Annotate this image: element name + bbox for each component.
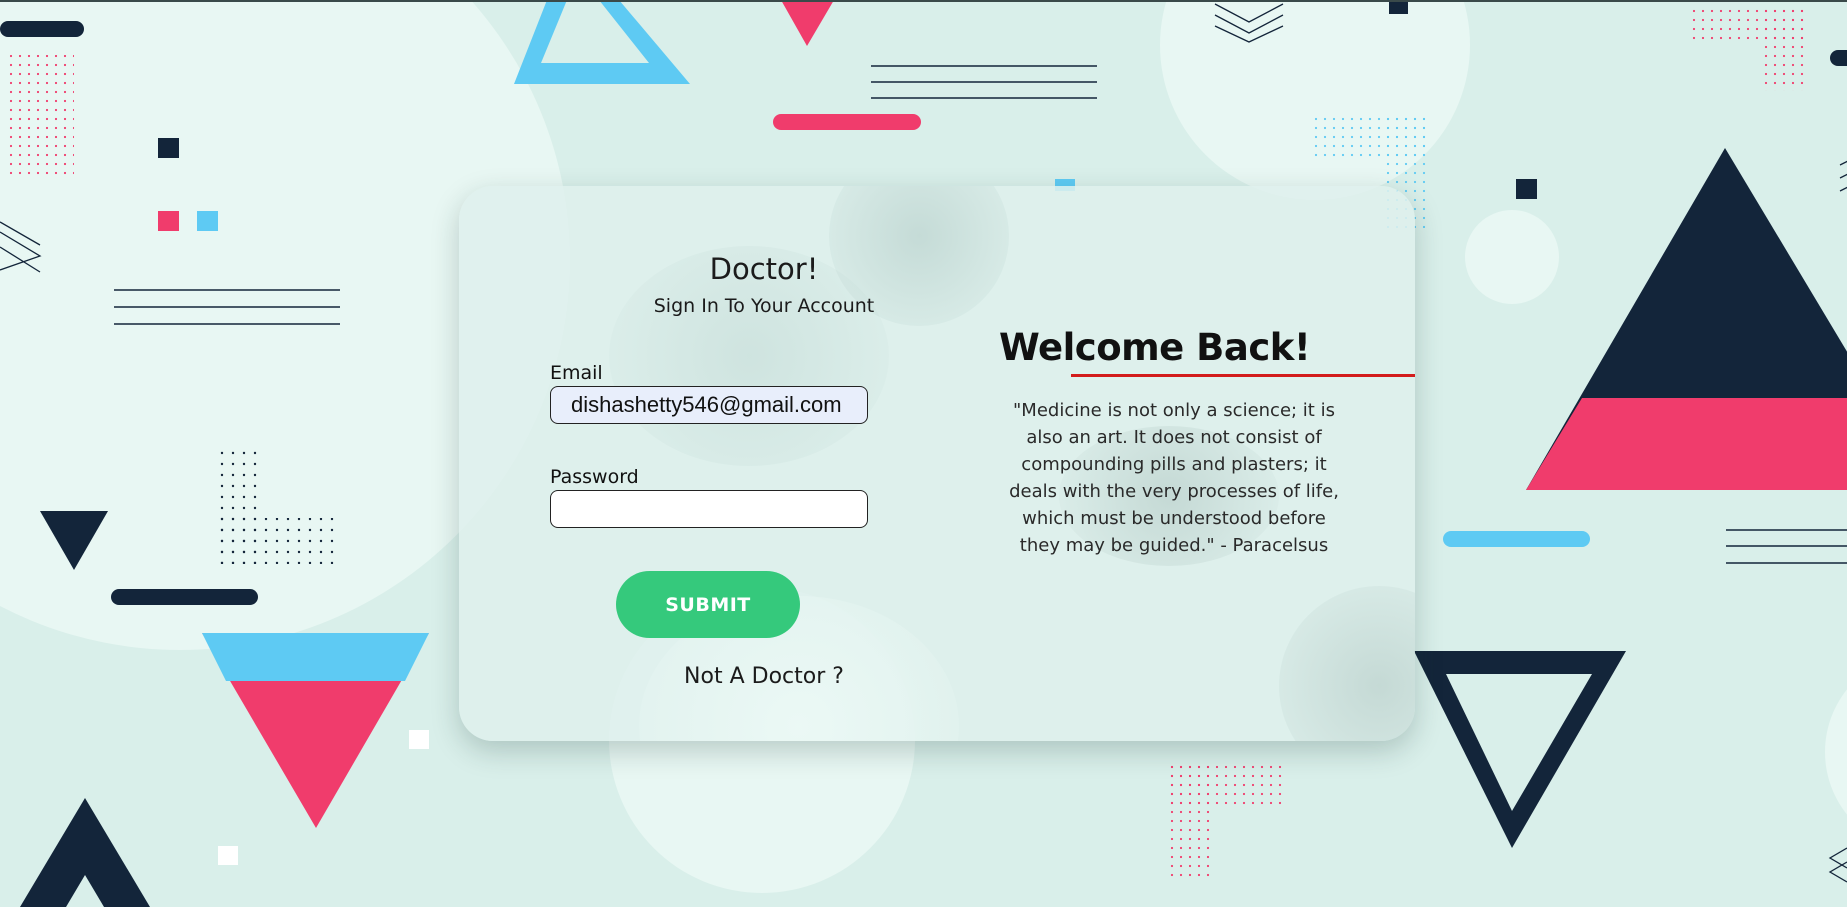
welcome-heading: Welcome Back! — [999, 326, 1311, 369]
welcome-quote: "Medicine is not only a science; it is a… — [1009, 400, 1339, 556]
login-subtitle: Sign In To Your Account — [653, 295, 875, 317]
login-card: Doctor! Sign In To Your Account Email Pa… — [459, 186, 1415, 741]
submit-button[interactable]: SUBMIT — [616, 571, 800, 638]
card-shade — [1279, 586, 1415, 741]
welcome-underline — [1071, 374, 1415, 377]
not-a-doctor-link[interactable]: Not A Doctor ? — [599, 664, 929, 689]
password-field[interactable] — [550, 490, 868, 528]
top-border — [0, 0, 1847, 2]
password-label: Password — [550, 466, 639, 488]
email-field[interactable] — [550, 386, 868, 424]
email-label: Email — [550, 362, 603, 384]
login-title: Doctor! — [709, 252, 819, 286]
